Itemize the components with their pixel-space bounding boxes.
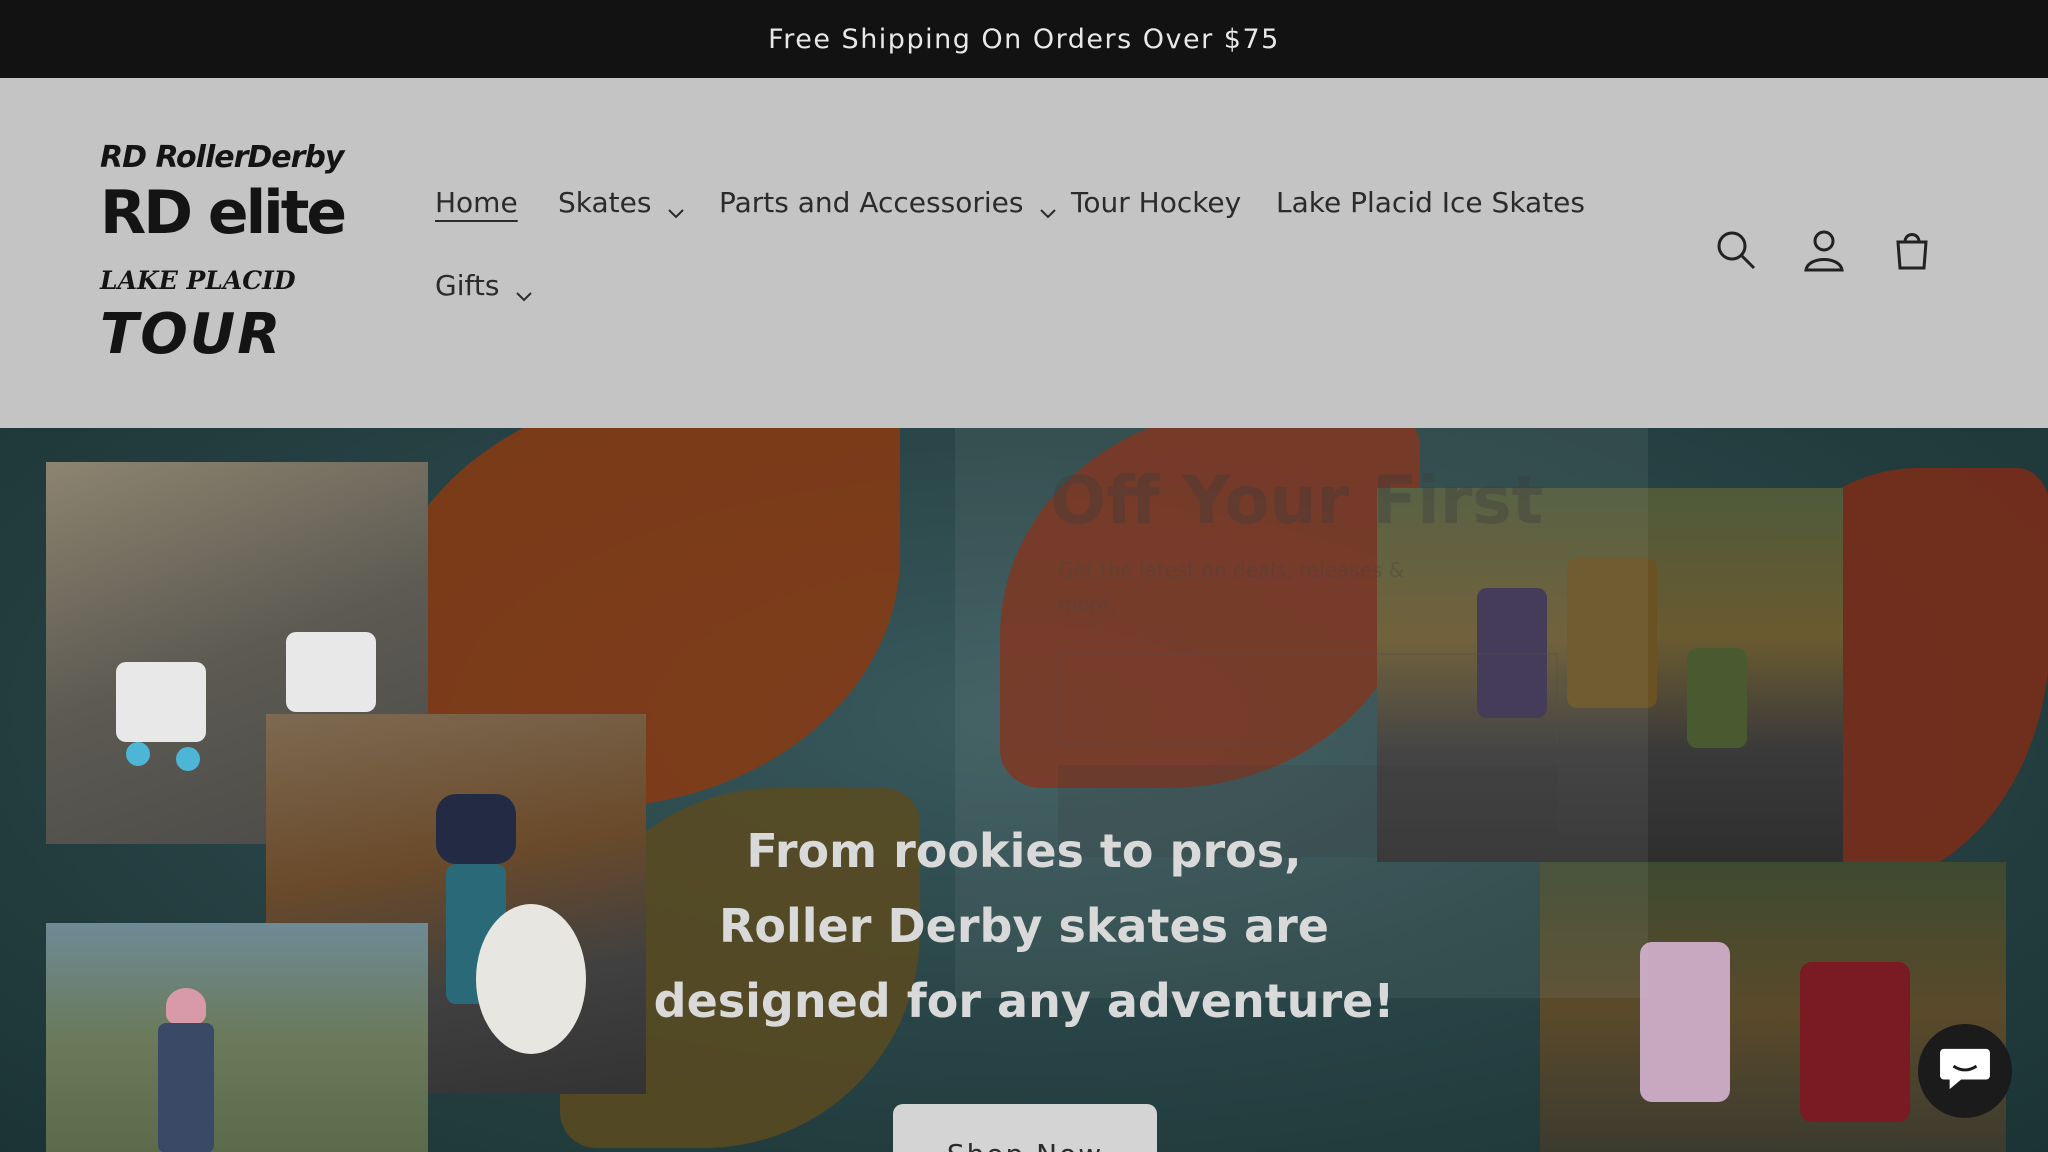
hero-headline-line-3: designed for any adventure!	[653, 974, 1395, 1028]
announcement-text: Free Shipping On Orders Over $75	[768, 23, 1280, 55]
chevron-down-icon	[667, 194, 685, 218]
logo-lake-placid: LAKE PLACID	[100, 266, 296, 295]
nav-home[interactable]: Home	[435, 186, 518, 219]
nav-lake-placid-label: Lake Placid Ice Skates	[1276, 186, 1585, 219]
hero-headline-line-1: From rookies to pros,	[746, 824, 1302, 878]
logo-tour: TOUR	[100, 302, 283, 367]
brand-logo[interactable]: RD RollerDerby RD elite LAKE PLACID TOUR	[100, 140, 360, 370]
hero-headline-line-2: Roller Derby skates are	[719, 899, 1329, 953]
logo-elite: RD elite	[100, 178, 347, 248]
chevron-down-icon	[1039, 194, 1057, 218]
email-field[interactable]	[1058, 653, 1558, 745]
nav-gifts-label: Gifts	[435, 269, 500, 302]
chevron-down-icon	[515, 277, 533, 301]
nav-parts-accessories[interactable]: Parts and Accessories	[719, 186, 1057, 219]
main-nav: Home Skates Parts and Accessories Tour H…	[435, 186, 1595, 376]
search-icon[interactable]	[1714, 228, 1758, 272]
nav-parts-label: Parts and Accessories	[719, 186, 1024, 219]
nav-tour-hockey[interactable]: Tour Hockey	[1071, 186, 1241, 219]
account-icon[interactable]	[1802, 228, 1846, 272]
nav-gifts[interactable]: Gifts	[435, 269, 533, 302]
modal-subtitle: Get the latest on deals, releases & more…	[1058, 558, 1405, 616]
nav-home-label: Home	[435, 186, 518, 219]
nav-skates[interactable]: Skates	[558, 186, 685, 219]
hero-headline: From rookies to pros, Roller Derby skate…	[640, 814, 1408, 1039]
hero-banner: Unlock 10% Off Your First Get the latest…	[0, 428, 2048, 1152]
logo-rollerderby: RD RollerDerby	[100, 140, 344, 175]
nav-lake-placid[interactable]: Lake Placid Ice Skates	[1276, 186, 1585, 219]
site-header: RD RollerDerby RD elite LAKE PLACID TOUR…	[0, 78, 2048, 428]
announcement-bar: Free Shipping On Orders Over $75	[0, 0, 2048, 78]
shop-now-label: Shop Now	[947, 1138, 1103, 1152]
cart-icon[interactable]	[1890, 228, 1934, 272]
photo-child-skating	[46, 923, 428, 1152]
nav-skates-label: Skates	[558, 186, 652, 219]
nav-tour-hockey-label: Tour Hockey	[1071, 186, 1242, 219]
chat-bubble-icon	[1938, 1045, 1992, 1097]
modal-title: Unlock 10% Off Your First	[1050, 428, 1544, 539]
shop-now-button[interactable]: Shop Now	[893, 1104, 1157, 1152]
chat-widget-button[interactable]	[1918, 1024, 2012, 1118]
